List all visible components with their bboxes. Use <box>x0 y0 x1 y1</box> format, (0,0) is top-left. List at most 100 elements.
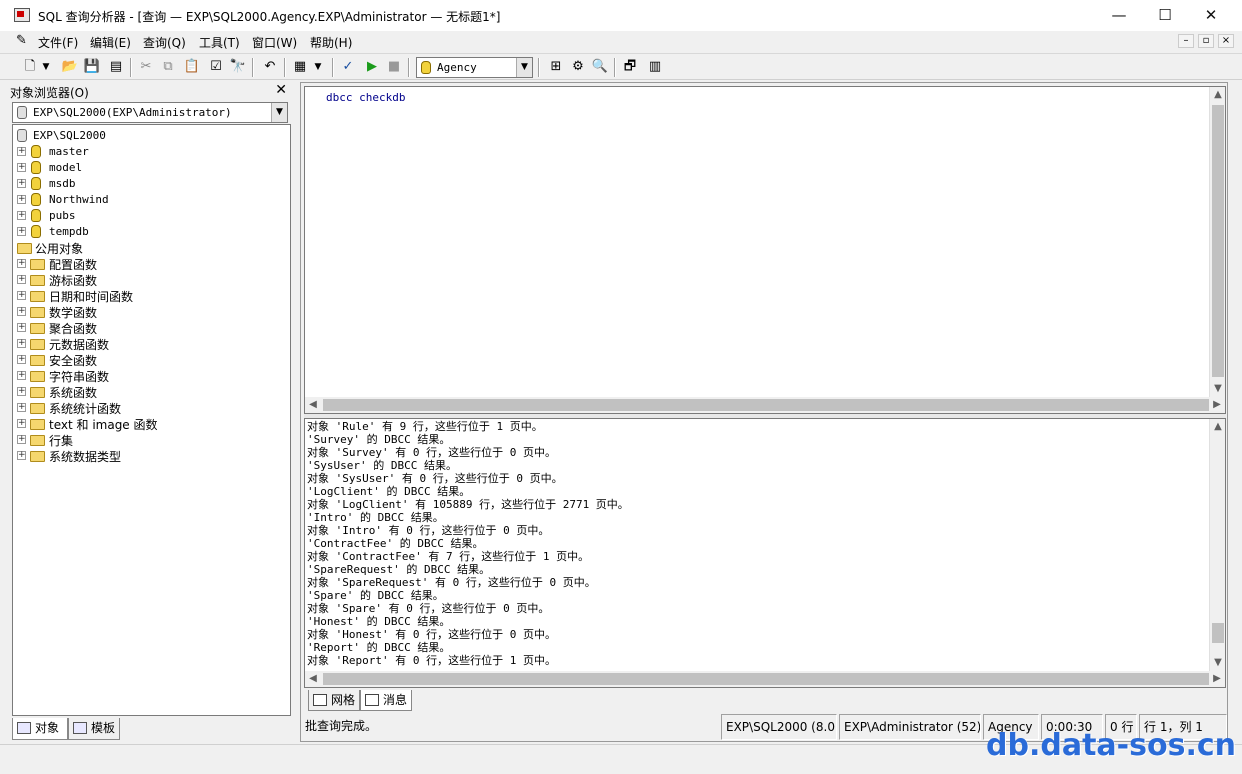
tab-objects[interactable]: 对象 <box>12 718 68 740</box>
results-horizontal-scrollbar[interactable]: ◀ ▶ <box>305 671 1225 687</box>
scroll-right-icon[interactable]: ▶ <box>1209 397 1225 413</box>
messages-icon <box>365 694 379 706</box>
tab-templates[interactable]: 模板 <box>68 718 120 740</box>
tree-node-label: 日期和时间函数 <box>49 290 134 304</box>
find-icon[interactable]: 🔭 <box>228 57 248 77</box>
tab-messages[interactable]: 消息 <box>360 690 412 711</box>
background-window-edge <box>0 20 8 420</box>
scroll-left-icon[interactable]: ◀ <box>305 671 321 687</box>
object-browser-tabs: 对象 模板 <box>12 718 291 740</box>
display-plan-icon[interactable]: ⊞ <box>546 57 566 77</box>
scroll-up-icon[interactable]: ▲ <box>1210 419 1226 435</box>
scroll-thumb[interactable] <box>323 399 1209 411</box>
database-selector-value: Agency <box>437 61 477 74</box>
expand-icon[interactable]: + <box>17 435 26 444</box>
clear-window-icon[interactable]: ☑ <box>206 57 226 77</box>
database-icon <box>31 145 41 158</box>
mdi-minimize-button[interactable]: – <box>1178 34 1194 48</box>
scroll-down-icon[interactable]: ▼ <box>1210 381 1226 397</box>
close-icon[interactable]: ✕ <box>275 82 287 98</box>
expand-icon[interactable]: + <box>17 355 26 364</box>
message-line: 'Spare' 的 DBCC 结果。 <box>307 589 444 602</box>
folder-icon <box>30 355 45 366</box>
database-selector[interactable]: Agency ▼ <box>416 57 533 78</box>
status-server: EXP\SQL2000 (8.0) <box>721 714 837 740</box>
cut-icon[interactable]: ✂ <box>136 57 156 77</box>
editor-horizontal-scrollbar[interactable]: ◀ ▶ <box>305 397 1225 413</box>
index-tuning-icon[interactable]: 🔍 <box>590 57 610 77</box>
database-icon <box>31 177 41 190</box>
menu-help[interactable]: 帮助(H) <box>310 34 352 51</box>
parse-check-icon[interactable]: ✓ <box>338 57 358 77</box>
expand-icon[interactable]: + <box>17 147 26 156</box>
close-button[interactable]: ✕ <box>1188 0 1234 31</box>
expand-icon[interactable]: + <box>17 323 26 332</box>
save-icon[interactable]: 💾 <box>82 57 102 77</box>
execute-icon[interactable]: ▶ <box>362 57 382 77</box>
query-window: dbcc checkdb ▲ ▼ ◀ ▶ 对象 'Rule' 有 9 行，这些行… <box>300 82 1228 742</box>
menu-edit[interactable]: 编辑(E) <box>90 34 131 51</box>
menu-query[interactable]: 查询(Q) <box>143 34 186 51</box>
message-line: 'LogClient' 的 DBCC 结果。 <box>307 485 471 498</box>
tree-node-label: EXP\SQL2000 <box>33 129 106 142</box>
expand-icon[interactable]: + <box>17 195 26 204</box>
expand-icon[interactable]: + <box>17 307 26 316</box>
results-pane: 对象 'Rule' 有 9 行，这些行位于 1 页中。 'Survey' 的 D… <box>304 418 1226 688</box>
undo-icon[interactable]: ↶ <box>260 57 280 77</box>
show-trace-icon[interactable]: ⚙ <box>568 57 588 77</box>
expand-icon[interactable]: + <box>17 339 26 348</box>
scroll-thumb[interactable] <box>1212 105 1224 377</box>
message-line: 'Report' 的 DBCC 结果。 <box>307 641 451 654</box>
copy-icon[interactable]: ⧉ <box>158 57 178 77</box>
chevron-down-icon[interactable]: ▼ <box>271 103 287 122</box>
mdi-restore-button[interactable]: ▫ <box>1198 34 1214 48</box>
query-editor[interactable]: dbcc checkdb ▲ ▼ ◀ ▶ <box>304 86 1226 414</box>
folder-icon <box>30 259 45 270</box>
editor-vertical-scrollbar[interactable]: ▲ ▼ <box>1209 87 1225 397</box>
expand-icon[interactable]: + <box>17 403 26 412</box>
new-query-icon[interactable]: 🗋 <box>20 57 40 77</box>
folder-icon <box>17 243 32 254</box>
minimize-button[interactable]: — <box>1096 0 1142 31</box>
editor-text[interactable]: dbcc checkdb <box>326 91 405 104</box>
tab-grid[interactable]: 网格 <box>308 690 360 711</box>
scroll-left-icon[interactable]: ◀ <box>305 397 321 413</box>
expand-icon[interactable]: + <box>17 291 26 300</box>
menu-window[interactable]: 窗口(W) <box>252 34 297 51</box>
toolbar-separator <box>332 58 334 77</box>
expand-icon[interactable]: + <box>17 163 26 172</box>
expand-icon[interactable]: + <box>17 259 26 268</box>
expand-icon[interactable]: + <box>17 179 26 188</box>
server-selector[interactable]: EXP\SQL2000(EXP\Administrator) ▼ <box>12 102 288 123</box>
paste-icon[interactable]: 📋 <box>182 57 202 77</box>
dropdown-arrow-icon[interactable]: ▼ <box>312 57 324 77</box>
expand-icon[interactable]: + <box>17 275 26 284</box>
expand-icon[interactable]: + <box>17 451 26 460</box>
stop-icon[interactable]: ■ <box>384 57 404 77</box>
mdi-close-button[interactable]: × <box>1218 34 1234 48</box>
maximize-button[interactable]: ☐ <box>1142 0 1188 31</box>
results-grid-icon[interactable]: ▦ <box>290 57 310 77</box>
scroll-thumb[interactable] <box>323 673 1209 685</box>
scroll-down-icon[interactable]: ▼ <box>1210 655 1226 671</box>
scroll-up-icon[interactable]: ▲ <box>1210 87 1226 103</box>
expand-icon[interactable]: + <box>17 227 26 236</box>
folder-icon <box>30 275 45 286</box>
scroll-right-icon[interactable]: ▶ <box>1209 671 1225 687</box>
chevron-down-icon[interactable]: ▼ <box>516 58 532 77</box>
load-script-icon[interactable]: ▤ <box>106 57 126 77</box>
results-vertical-scrollbar[interactable]: ▲ ▼ <box>1209 419 1225 671</box>
scroll-thumb[interactable] <box>1212 623 1224 643</box>
menu-tools[interactable]: 工具(T) <box>199 34 240 51</box>
object-search-icon[interactable]: ▥ <box>645 57 665 77</box>
expand-icon[interactable]: + <box>17 387 26 396</box>
open-folder-icon[interactable]: 📂 <box>60 57 80 77</box>
expand-icon[interactable]: + <box>17 211 26 220</box>
object-properties-icon[interactable]: 🗗 <box>620 57 640 77</box>
dropdown-arrow-icon[interactable]: ▼ <box>40 57 52 77</box>
toolbar-separator <box>284 58 286 77</box>
expand-icon[interactable]: + <box>17 371 26 380</box>
messages-list: 对象 'Rule' 有 9 行，这些行位于 1 页中。 'Survey' 的 D… <box>307 420 1207 670</box>
expand-icon[interactable]: + <box>17 419 26 428</box>
menu-file[interactable]: 文件(F) <box>38 34 78 51</box>
